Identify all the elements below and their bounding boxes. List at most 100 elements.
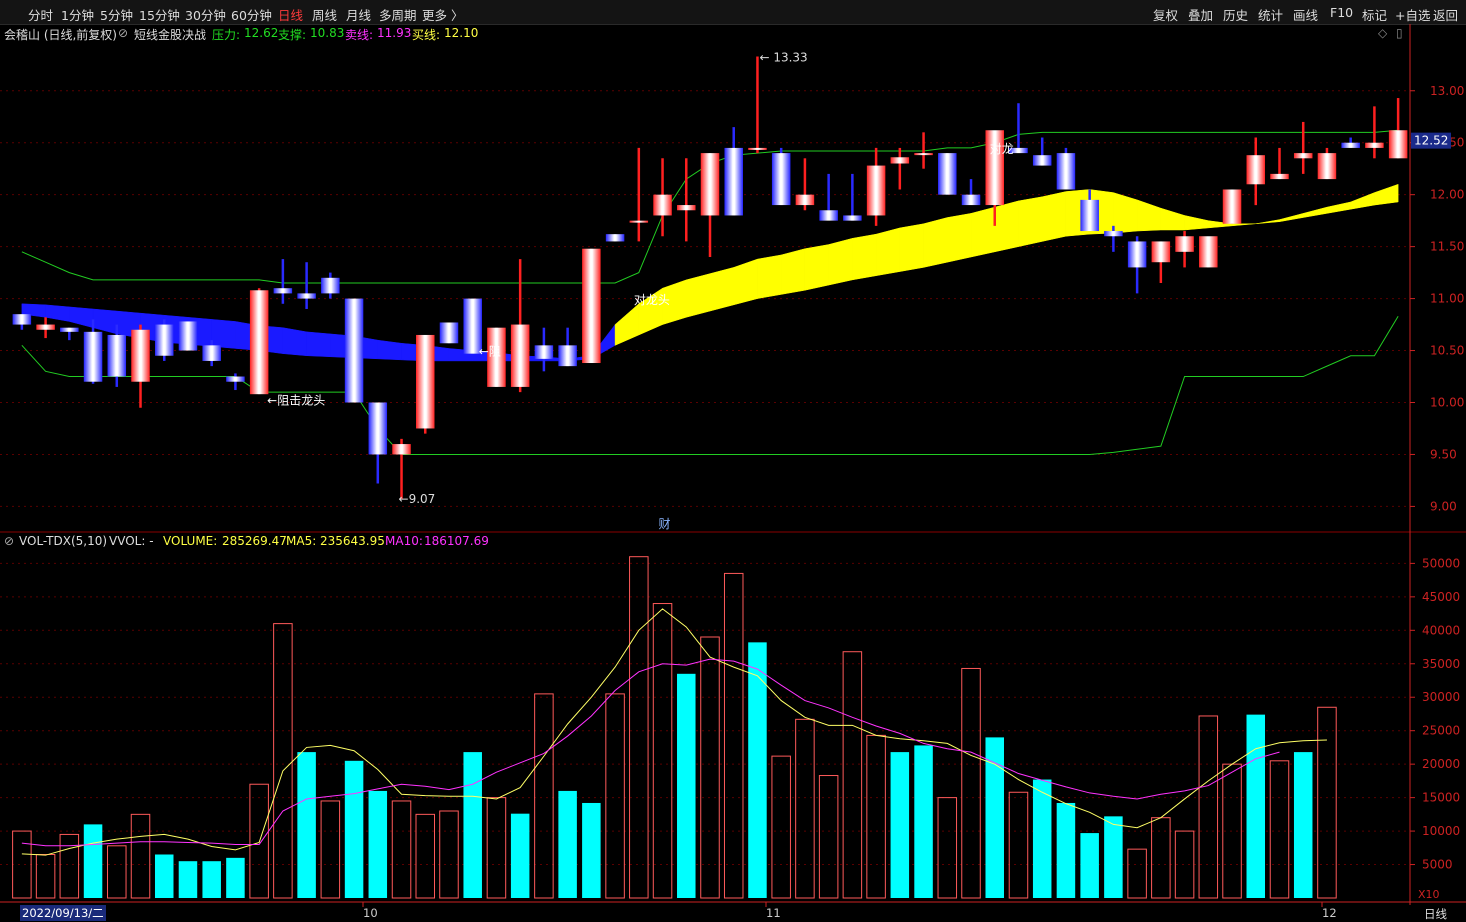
volume-bar	[866, 734, 886, 899]
volume-bar	[1104, 816, 1123, 898]
band-segment	[235, 321, 260, 351]
panel-toggle-icon[interactable]: ▯	[1396, 26, 1403, 40]
candle-body	[866, 165, 886, 216]
candle-body	[131, 329, 150, 382]
period-1min[interactable]: 1分钟	[61, 5, 94, 24]
candle-body	[463, 298, 482, 354]
candle-body	[1388, 130, 1408, 159]
volume-bar	[83, 824, 103, 898]
band-segment	[662, 279, 687, 325]
band-segment	[733, 258, 758, 306]
candle-body	[890, 157, 910, 164]
history-button[interactable]: 历史	[1223, 5, 1248, 24]
volume-ma5-line	[21, 608, 1327, 856]
period-weekly[interactable]: 周线	[312, 5, 337, 24]
indicator-icon[interactable]: ⊘	[118, 26, 128, 40]
volume-indicator-icon[interactable]: ⊘	[4, 534, 14, 548]
volume-bar	[652, 603, 673, 899]
candle-body	[368, 402, 388, 455]
pressure-line	[21, 129, 1399, 284]
volume-bar	[795, 718, 815, 899]
volume-bar	[510, 813, 530, 898]
candle-body	[226, 376, 245, 382]
mark-button[interactable]: 标记	[1362, 5, 1387, 24]
overlay-button[interactable]: 叠加	[1188, 5, 1213, 24]
volume-tick-label: 45000	[1422, 590, 1460, 604]
volume-value: 285269.47	[222, 534, 287, 548]
price-tick-label: 12.00	[1430, 188, 1464, 202]
kline-chart[interactable]: 9.00 9.50 10.00 10.50 11.00 11.50 12.00 12.50 13…	[0, 0, 1466, 922]
volume-bar	[1174, 830, 1195, 899]
band-segment	[1374, 183, 1399, 206]
band-segment	[970, 206, 995, 258]
candle-body	[914, 153, 933, 156]
price-tick-label: 10.00	[1430, 396, 1464, 410]
period-multi[interactable]: 多周期	[379, 5, 417, 24]
period-5min[interactable]: 5分钟	[100, 5, 133, 24]
band-segment	[1136, 199, 1162, 232]
band-segment	[1231, 223, 1256, 227]
period-60min[interactable]: 60分钟	[231, 5, 272, 24]
band-segment	[899, 223, 924, 272]
candle-body	[1175, 236, 1194, 252]
candle-body	[1341, 142, 1360, 148]
band-segment	[543, 356, 568, 362]
indicator-name[interactable]: 短线金股决战	[134, 26, 206, 43]
band-segment	[614, 303, 640, 346]
candle-body	[1222, 189, 1242, 224]
period-label[interactable]: 日线	[1424, 906, 1447, 922]
volume-bar	[1127, 848, 1147, 899]
month-label-dec: 12	[1322, 906, 1337, 920]
candle-body	[1317, 153, 1337, 180]
candle-body	[36, 324, 55, 330]
period-more[interactable]: 更多 〉	[422, 5, 463, 24]
period-fenshi[interactable]: 分时	[28, 5, 53, 24]
month-label-oct: 10	[363, 906, 378, 920]
date-label: 2022/09/13/二	[20, 905, 106, 921]
back-button[interactable]: 返回	[1433, 5, 1458, 24]
volume-indicator-name[interactable]: VOL-TDX(5,10)	[19, 534, 107, 548]
price-tick-label: 13.00	[1430, 84, 1464, 98]
diamond-icon[interactable]: ◇	[1378, 26, 1387, 40]
volume-bar	[154, 854, 174, 898]
low-price-label: ←9.07	[399, 492, 436, 506]
candle-body	[321, 277, 340, 294]
stats-button[interactable]: 统计	[1258, 5, 1283, 24]
current-price-label: 12.52	[1414, 134, 1448, 148]
band-segment	[923, 217, 948, 268]
draw-line-button[interactable]: 画线	[1293, 5, 1318, 24]
resist-dragon-label: ←阻击龙头	[267, 394, 325, 408]
period-15min[interactable]: 15分钟	[139, 5, 180, 24]
volume-bar	[391, 800, 412, 899]
band-segment	[401, 342, 426, 362]
f10-button[interactable]: F10	[1330, 5, 1353, 20]
fuquan-button[interactable]: 复权	[1153, 5, 1178, 24]
volume-tick-label: 30000	[1422, 690, 1460, 704]
stock-title: 会稽山 (日线,前复权)	[4, 28, 117, 42]
period-monthly[interactable]: 月线	[346, 5, 371, 24]
band-segment	[567, 355, 592, 362]
volume-bar	[582, 802, 601, 898]
candle-body	[297, 293, 316, 299]
period-daily[interactable]: 日线	[278, 5, 303, 24]
band-segment	[116, 310, 141, 339]
volume-tick-label: 40000	[1422, 623, 1460, 637]
candle-body	[178, 321, 198, 351]
volume-tick-label: 20000	[1422, 757, 1460, 771]
candle-body	[961, 194, 981, 206]
pressure-label: 压力:	[212, 28, 241, 42]
period-30min[interactable]: 30分钟	[185, 5, 226, 24]
volume-tick-label: 50000	[1422, 556, 1460, 570]
current-price-tag	[1411, 132, 1451, 149]
band-segment	[282, 327, 307, 357]
band-segment	[448, 348, 473, 362]
band-segment	[1255, 219, 1280, 225]
candle-body	[439, 322, 459, 344]
pressure-value: 12.62	[244, 26, 279, 40]
band-segment	[875, 227, 901, 277]
add-watchlist-button[interactable]: +自选	[1395, 5, 1430, 24]
candle-body	[795, 194, 815, 206]
volume-ma10-line	[21, 658, 1280, 847]
volume-bar	[1222, 763, 1242, 899]
band-segment	[591, 323, 616, 360]
